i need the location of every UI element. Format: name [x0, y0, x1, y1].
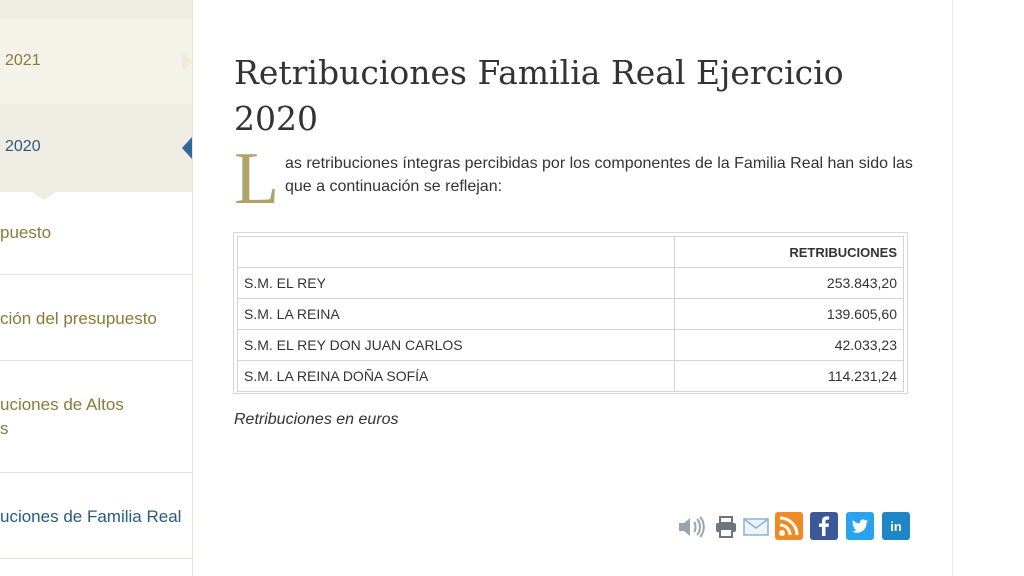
print-icon[interactable]	[714, 515, 738, 539]
content-divider	[952, 0, 953, 576]
svg-text:in: in	[890, 519, 902, 534]
table-cell-name: S.M. EL REY DON JUAN CARLOS	[237, 329, 675, 361]
page-title: Retribuciones Familia Real Ejercicio 202…	[234, 53, 844, 138]
table-row: S.M. LA REINA 139.605,60	[237, 298, 904, 330]
sidebar-item-label: uciones de Familia Real	[0, 507, 182, 526]
sidebar-item-ejecucion-presupuesto[interactable]: ción del presupuesto	[0, 274, 192, 361]
sidebar-item-label: puesto	[0, 223, 52, 242]
table-cell-value: 114.231,24	[674, 360, 904, 392]
facebook-icon[interactable]	[810, 512, 838, 540]
sidebar-year-2021[interactable]: 2021	[0, 18, 192, 104]
sidebar-year-label: 2020	[5, 138, 41, 155]
email-icon[interactable]	[743, 518, 769, 536]
table-cell-name: S.M. LA REINA DOÑA SOFÍA	[237, 360, 675, 392]
table-cell-name: S.M. LA REINA	[237, 298, 675, 330]
table-header-retribuciones: RETRIBUCIONES	[674, 236, 904, 268]
sidebar-item-retribuciones-familia-real[interactable]: uciones de Familia Real	[0, 472, 192, 559]
sidebar-year-label: 2021	[5, 52, 41, 69]
sidebar-item-label-line2: s	[0, 419, 9, 438]
table-row: S.M. LA REINA DOÑA SOFÍA 114.231,24	[237, 360, 904, 392]
table-row: S.M. EL REY 253.843,20	[237, 267, 904, 299]
intro-paragraph: as retribuciones íntegras percibidas por…	[285, 155, 913, 195]
sidebar-item-label: ción del presupuesto	[0, 309, 157, 328]
sidebar-top-band	[0, 0, 192, 18]
speaker-icon[interactable]	[676, 515, 708, 539]
currency-note: Retribuciones en euros	[234, 411, 399, 428]
retribuciones-table: RETRIBUCIONES S.M. EL REY 253.843,20 S.M…	[237, 236, 904, 392]
table-header-row: RETRIBUCIONES	[237, 236, 904, 268]
table-cell-value: 42.033,23	[674, 329, 904, 361]
table-cell-value: 139.605,60	[674, 298, 904, 330]
table-header-name	[237, 236, 675, 268]
table-cell-name: S.M. EL REY	[237, 267, 675, 299]
drop-cap: L	[234, 138, 280, 220]
retribuciones-table-container: RETRIBUCIONES S.M. EL REY 253.843,20 S.M…	[233, 232, 908, 394]
collapsed-arrow-icon	[182, 52, 192, 72]
twitter-icon[interactable]	[846, 512, 874, 540]
sidebar: 2021 2020 puesto ción del presupuesto uc…	[0, 0, 193, 576]
table-cell-value: 253.843,20	[674, 267, 904, 299]
linkedin-icon[interactable]: in	[882, 512, 910, 540]
sidebar-year-2020[interactable]: 2020	[0, 104, 192, 192]
table-row: S.M. EL REY DON JUAN CARLOS 42.033,23	[237, 329, 904, 361]
sidebar-item-retribuciones-altos-cargos[interactable]: uciones de Altos s	[0, 360, 192, 473]
sidebar-item-presupuesto[interactable]: puesto	[0, 192, 192, 275]
active-arrow-icon	[182, 137, 192, 159]
rss-icon[interactable]	[775, 512, 803, 540]
sidebar-item-label: uciones de Altos	[0, 395, 124, 414]
